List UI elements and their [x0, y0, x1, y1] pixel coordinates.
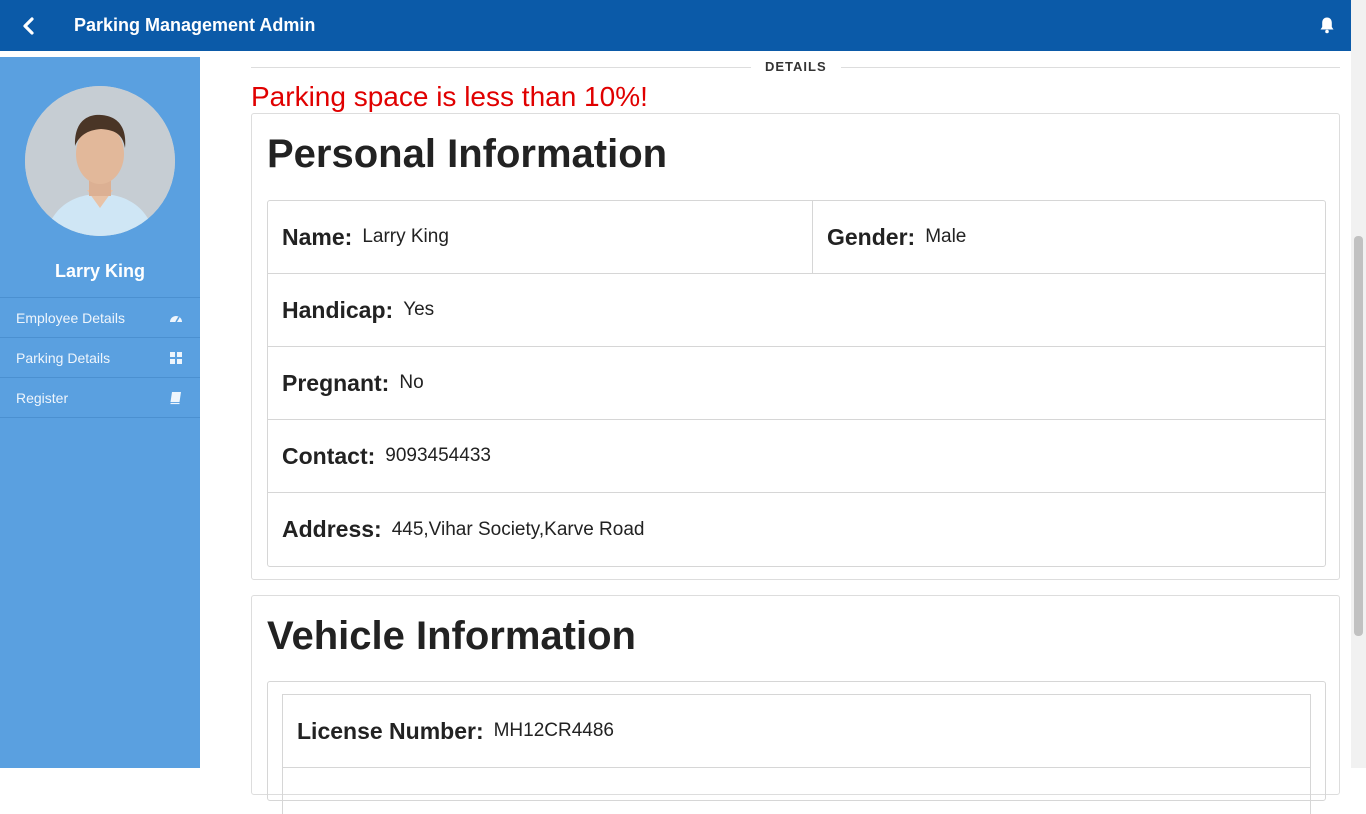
book-icon — [170, 392, 181, 405]
pregnant-label: Pregnant: — [282, 369, 390, 396]
handicap-value: Yes — [403, 299, 435, 320]
vehicle-information-card: Vehicle Information License Number: MH12… — [251, 595, 1340, 814]
sidebar: Larry King Employee Details Parking Deta… — [0, 57, 200, 768]
contact-cell: Contact: 9093454433 — [268, 420, 1325, 492]
address-cell: Address: 445,Vihar Society,Karve Road — [268, 493, 1325, 566]
app-title: Parking Management Admin — [74, 15, 316, 35]
page-scrollbar[interactable] — [1351, 0, 1366, 768]
dashboard-icon — [170, 316, 182, 323]
avatar — [25, 86, 175, 236]
name-label: Name: — [282, 223, 353, 250]
table-row: Address: 445,Vihar Society,Karve Road — [268, 493, 1325, 566]
gender-value: Male — [925, 226, 967, 247]
name-value: Larry King — [362, 226, 449, 247]
sidebar-menu: Employee Details Parking Details Registe… — [0, 297, 200, 418]
scrollbar-thumb[interactable] — [1354, 236, 1363, 636]
vehicle-information-heading: Vehicle Information — [267, 614, 636, 658]
gender-cell: Gender: Male — [812, 201, 1325, 273]
sidebar-item-label: Employee Details — [16, 309, 125, 326]
back-button[interactable] — [0, 0, 56, 51]
address-value: 445,Vihar Society,Karve Road — [391, 518, 645, 540]
name-cell: Name: Larry King — [268, 201, 812, 273]
license-number-value: MH12CR4486 — [493, 720, 615, 741]
sidebar-item-label: Register — [16, 389, 69, 406]
notifications-button[interactable] — [1319, 16, 1337, 34]
personal-information-heading: Personal Information — [267, 132, 668, 176]
pregnant-value: No — [399, 372, 424, 393]
sidebar-item-label: Parking Details — [16, 349, 111, 366]
address-label: Address: — [282, 516, 382, 542]
gender-label: Gender: — [827, 223, 916, 250]
personal-information-table: Name: Larry King Gender: Male Handicap: … — [267, 200, 1326, 567]
sidebar-item-parking-details[interactable]: Parking Details — [0, 338, 200, 378]
table-row: License Number: MH12CR4486 — [283, 695, 1310, 768]
table-row: Contact: 9093454433 — [268, 420, 1325, 493]
top-bar: Parking Management Admin — [0, 0, 1351, 51]
contact-value: 9093454433 — [385, 445, 491, 466]
pregnant-cell: Pregnant: No — [268, 347, 1325, 419]
sidebar-item-employee-details[interactable]: Employee Details — [0, 298, 200, 338]
handicap-cell: Handicap: Yes — [268, 274, 1325, 346]
license-number-label: License Number: — [297, 717, 484, 744]
avatar-image — [25, 86, 175, 236]
section-label: DETAILS — [751, 59, 841, 74]
license-number-cell: License Number: MH12CR4486 — [283, 695, 1310, 767]
sidebar-user-name: Larry King — [54, 261, 146, 281]
table-row: Pregnant: No — [268, 347, 1325, 420]
contact-label: Contact: — [282, 442, 376, 469]
chevron-left-icon — [23, 16, 34, 35]
parking-alert: Parking space is less than 10%! — [251, 81, 648, 112]
handicap-label: Handicap: — [282, 296, 394, 323]
vehicle-information-table: License Number: MH12CR4486 — [267, 681, 1326, 814]
table-row: Name: Larry King Gender: Male — [268, 201, 1325, 274]
personal-information-card: Personal Information Name: Larry King Ge… — [251, 113, 1340, 580]
vehicle-inner-table: License Number: MH12CR4486 — [282, 694, 1311, 814]
sidebar-item-register[interactable]: Register — [0, 378, 200, 418]
grid-icon — [170, 352, 182, 364]
table-row: Handicap: Yes — [268, 274, 1325, 347]
bell-icon — [1320, 17, 1334, 34]
